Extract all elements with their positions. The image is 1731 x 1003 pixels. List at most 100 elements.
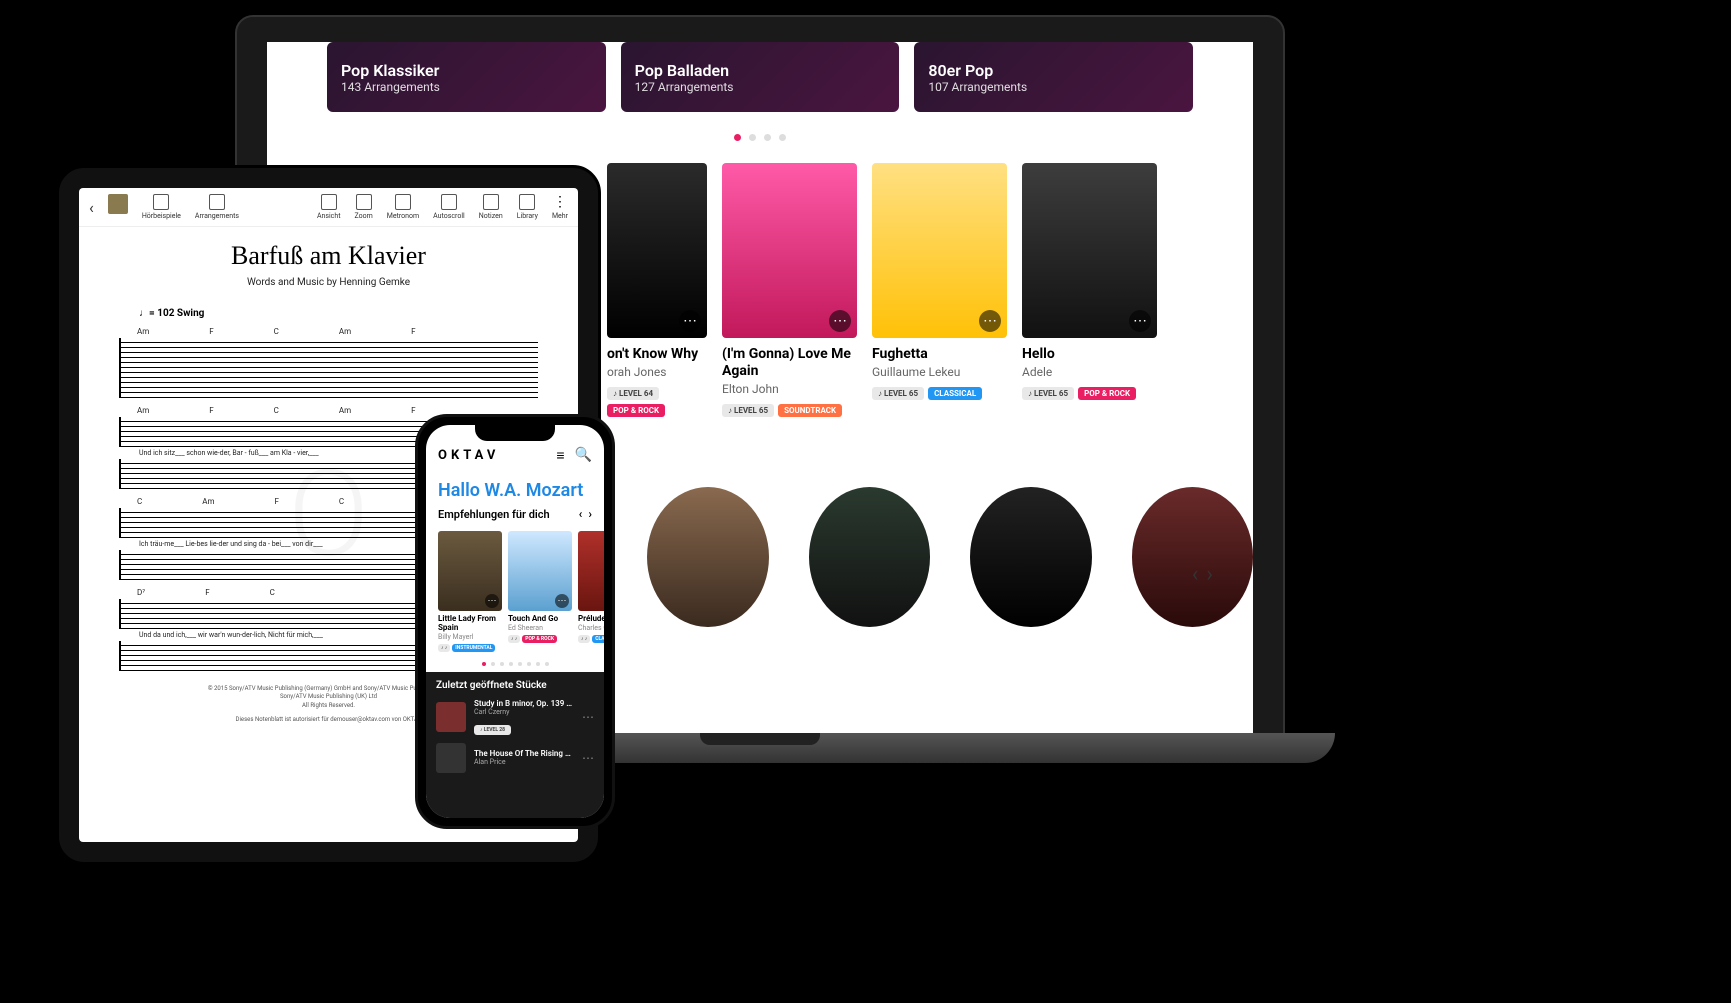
metronome-icon (395, 194, 411, 210)
dot[interactable] (491, 662, 495, 666)
pagination-dots (426, 662, 604, 666)
dot[interactable] (545, 662, 549, 666)
album-card[interactable]: ⋯ on't Know Why orah Jones LEVEL 64 POP … (607, 163, 707, 417)
recent-item[interactable]: Study in B minor, Op. 139 No. 98 Carl Cz… (436, 699, 594, 735)
chord: Am (339, 406, 351, 415)
toolbar-item[interactable]: Notizen (479, 194, 503, 220)
dot[interactable] (779, 134, 786, 141)
category-card[interactable]: Pop Klassiker 143 Arrangements (327, 42, 606, 112)
tag-row: LEVEL 64 POP & ROCK (607, 387, 707, 417)
dot[interactable] (764, 134, 771, 141)
genre-tag: POP & ROCK (522, 635, 557, 643)
chord: Am (339, 327, 351, 336)
recommendation-card[interactable]: ⋯ Touch And Go Ed Sheeran ♪POP & ROCK (508, 531, 572, 652)
album-card[interactable]: ⋯ Fughetta Guillaume Lekeu LEVEL 65 CLAS… (872, 163, 1007, 417)
prev-icon[interactable]: ‹ (579, 507, 583, 521)
recommendation-cards: ⋯ Little Lady From Spain Billy Mayerl ♪I… (426, 525, 604, 656)
chord: F (411, 406, 415, 415)
category-title: 80er Pop (928, 61, 1179, 80)
card-cover: ⋯ (508, 531, 572, 611)
tag-row: LEVEL 65 CLASSICAL (872, 387, 1007, 400)
tag-row: ♪INSTRUMENTAL (438, 644, 502, 652)
more-icon[interactable]: ⋯ (485, 594, 499, 608)
artist-avatar[interactable] (970, 487, 1092, 627)
card-artist: Ed Sheeran (508, 624, 572, 632)
album-artist: orah Jones (607, 365, 707, 379)
toolbar-item[interactable]: ⋮Mehr (552, 194, 568, 220)
artist-avatar[interactable] (647, 487, 769, 627)
recommendation-card[interactable]: ⋯ Little Lady From Spain Billy Mayerl ♪I… (438, 531, 502, 652)
more-icon[interactable]: ⋯ (1129, 310, 1151, 332)
album-card[interactable]: ⋯ (I'm Gonna) Love Me Again Elton John L… (722, 163, 857, 417)
library-icon (519, 194, 535, 210)
greeting: Hallo W.A. Mozart (426, 472, 604, 503)
next-icon[interactable]: › (588, 507, 592, 521)
section-title: Empfehlungen für dich (438, 508, 550, 521)
artist-avatar[interactable] (1132, 487, 1254, 627)
dot[interactable] (518, 662, 522, 666)
chord: C (339, 497, 344, 506)
tag-row: LEVEL 65 POP & ROCK (1022, 387, 1157, 400)
toolbar-item[interactable]: Library (517, 194, 538, 220)
phone-device: OKTAV ≡ 🔍 Hallo W.A. Mozart Empfehlungen… (415, 414, 615, 829)
toolbar-item[interactable]: Zoom (355, 194, 373, 220)
search-icon[interactable]: 🔍 (575, 447, 592, 464)
album-artist: Adele (1022, 365, 1157, 379)
dot[interactable] (500, 662, 504, 666)
item-thumbnail (436, 702, 466, 732)
dot[interactable] (527, 662, 531, 666)
recent-item[interactable]: The House Of The Rising Sun Alan Price ⋯ (436, 743, 594, 773)
card-cover (578, 531, 604, 611)
category-title: Pop Balladen (635, 61, 886, 80)
album-title: Hello (1022, 346, 1157, 363)
arrangements-icon (209, 194, 225, 210)
album-title: (I'm Gonna) Love Me Again (722, 346, 857, 380)
category-row: Pop Klassiker 143 Arrangements Pop Balla… (267, 42, 1253, 112)
more-icon[interactable]: ⋯ (829, 310, 851, 332)
more-icon[interactable]: ⋯ (555, 594, 569, 608)
toolbar-item[interactable]: Metronom (387, 194, 419, 220)
tempo-marking: ♩= 102 Swing (139, 308, 578, 319)
dot[interactable] (509, 662, 513, 666)
staff-system: AmFCAmF (119, 327, 538, 398)
dot[interactable] (536, 662, 540, 666)
menu-icon[interactable]: ≡ (556, 447, 564, 464)
dot[interactable] (482, 662, 486, 666)
category-title: Pop Klassiker (341, 61, 592, 80)
more-icon[interactable]: ⋯ (979, 310, 1001, 332)
category-card[interactable]: 80er Pop 107 Arrangements (914, 42, 1193, 112)
genre-tag: CLASSICAL (928, 387, 982, 400)
app-logo: OKTAV (438, 448, 499, 463)
album-artist: Elton John (722, 382, 857, 396)
artist-avatar[interactable] (809, 487, 931, 627)
card-artist: Charles G (578, 624, 604, 632)
more-icon[interactable]: ⋯ (679, 310, 701, 332)
notes-icon (483, 194, 499, 210)
chord: C (137, 497, 142, 506)
more-icon[interactable]: ⋯ (582, 751, 594, 765)
chord: D⁷ (137, 588, 145, 597)
dot[interactable] (749, 134, 756, 141)
more-icon[interactable]: ⋯ (582, 710, 594, 724)
prev-icon[interactable]: ‹ (1192, 562, 1199, 587)
level-tag: LEVEL 65 (1022, 387, 1074, 400)
category-subtitle: 107 Arrangements (928, 80, 1179, 94)
category-card[interactable]: Pop Balladen 127 Arrangements (621, 42, 900, 112)
next-icon[interactable]: › (1206, 562, 1213, 587)
dot[interactable] (734, 134, 741, 141)
item-info: The House Of The Rising Sun Alan Price (474, 749, 574, 766)
recommendation-card[interactable]: Prélude Charles G ♪CLA (578, 531, 604, 652)
phone-notch (475, 423, 555, 441)
toolbar-item[interactable]: Ansicht (317, 194, 341, 220)
category-subtitle: 127 Arrangements (635, 80, 886, 94)
level-tag: ♪ (578, 635, 590, 643)
toolbar-item[interactable]: Hörbeispiele (142, 194, 181, 220)
toolbar-item[interactable] (108, 194, 128, 214)
album-card[interactable]: ⋯ Hello Adele LEVEL 65 POP & ROCK (1022, 163, 1157, 417)
toolbar-label: Autoscroll (433, 212, 465, 220)
level-tag: LEVEL 65 (722, 404, 774, 417)
carousel-nav: ‹ › (1192, 562, 1213, 587)
toolbar-item[interactable]: Arrangements (195, 194, 239, 220)
toolbar-item[interactable]: Autoscroll (433, 194, 465, 220)
back-icon[interactable]: ‹ (89, 194, 94, 217)
